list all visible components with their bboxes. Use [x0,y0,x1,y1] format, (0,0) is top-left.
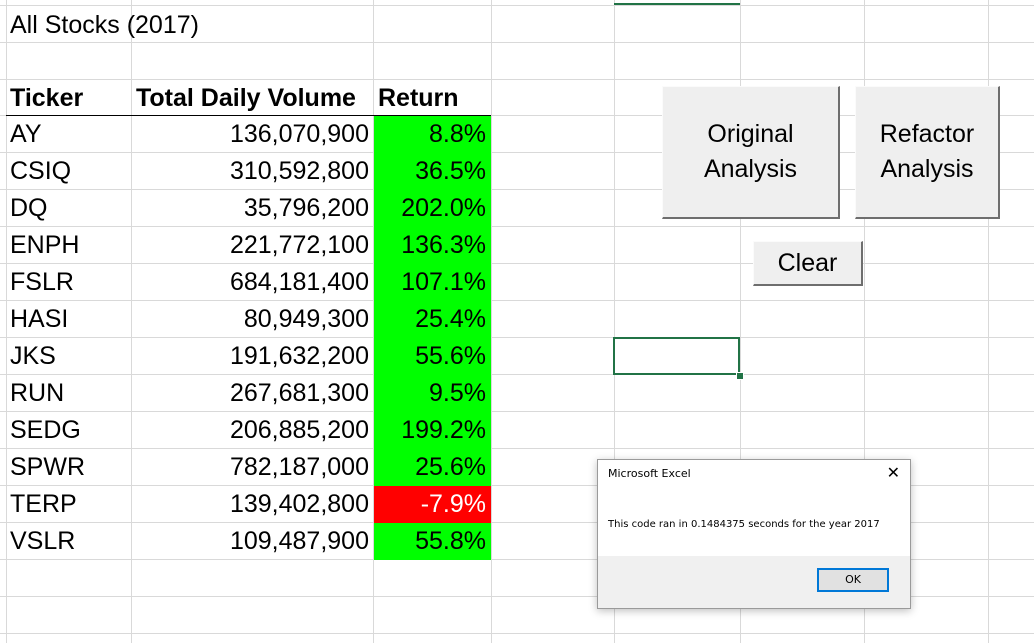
ticker-cell[interactable]: AY [10,116,42,152]
ticker-cell[interactable]: HASI [10,301,68,337]
selected-cell[interactable] [613,337,740,375]
ticker-cell[interactable]: CSIQ [10,153,71,189]
ticker-cell[interactable]: SPWR [10,449,85,485]
volume-cell[interactable]: 310,592,800 [132,153,369,189]
return-cell[interactable]: 107.1% [374,264,491,301]
volume-cell[interactable]: 221,772,100 [132,227,369,263]
header-ticker[interactable]: Ticker [10,80,83,116]
refactor-analysis-button[interactable]: Refactor Analysis [855,86,1000,219]
clear-button[interactable]: Clear [753,241,863,286]
volume-cell[interactable]: 267,681,300 [132,375,369,411]
volume-cell[interactable]: 684,181,400 [132,264,369,300]
ticker-cell[interactable]: SEDG [10,412,81,448]
fill-handle[interactable] [736,372,744,380]
return-cell[interactable]: -7.9% [374,486,491,523]
ticker-cell[interactable]: VSLR [10,523,75,559]
return-cell[interactable]: 25.4% [374,301,491,338]
volume-cell[interactable]: 109,487,900 [132,523,369,559]
return-cell[interactable]: 55.8% [374,523,491,560]
active-column-indicator [614,3,740,5]
close-icon[interactable]: ✕ [887,463,900,482]
original-analysis-button[interactable]: Original Analysis [662,86,840,219]
ticker-cell[interactable]: ENPH [10,227,79,263]
volume-cell[interactable]: 35,796,200 [132,190,369,226]
ticker-cell[interactable]: RUN [10,375,64,411]
return-cell[interactable]: 36.5% [374,153,491,190]
volume-cell[interactable]: 206,885,200 [132,412,369,448]
volume-cell[interactable]: 191,632,200 [132,338,369,374]
return-cell[interactable]: 202.0% [374,190,491,227]
message-dialog: Microsoft Excel ✕ This code ran in 0.148… [597,459,911,609]
return-cell[interactable]: 25.6% [374,449,491,486]
ok-button[interactable]: OK [817,568,889,592]
volume-cell[interactable]: 136,070,900 [132,116,369,152]
dialog-message: This code ran in 0.1484375 seconds for t… [608,519,880,530]
volume-cell[interactable]: 80,949,300 [132,301,369,337]
return-cell[interactable]: 55.6% [374,338,491,375]
return-cell[interactable]: 199.2% [374,412,491,449]
header-volume[interactable]: Total Daily Volume [136,80,356,116]
ticker-cell[interactable]: DQ [10,190,48,226]
volume-cell[interactable]: 139,402,800 [132,486,369,522]
ticker-cell[interactable]: TERP [10,486,77,522]
sheet-title[interactable]: All Stocks (2017) [10,7,199,43]
dialog-title: Microsoft Excel [608,467,691,480]
header-return[interactable]: Return [378,80,459,116]
return-cell[interactable]: 9.5% [374,375,491,412]
ticker-cell[interactable]: FSLR [10,264,74,300]
ticker-cell[interactable]: JKS [10,338,56,374]
return-cell[interactable]: 8.8% [374,116,491,153]
volume-cell[interactable]: 782,187,000 [132,449,369,485]
return-cell[interactable]: 136.3% [374,227,491,264]
